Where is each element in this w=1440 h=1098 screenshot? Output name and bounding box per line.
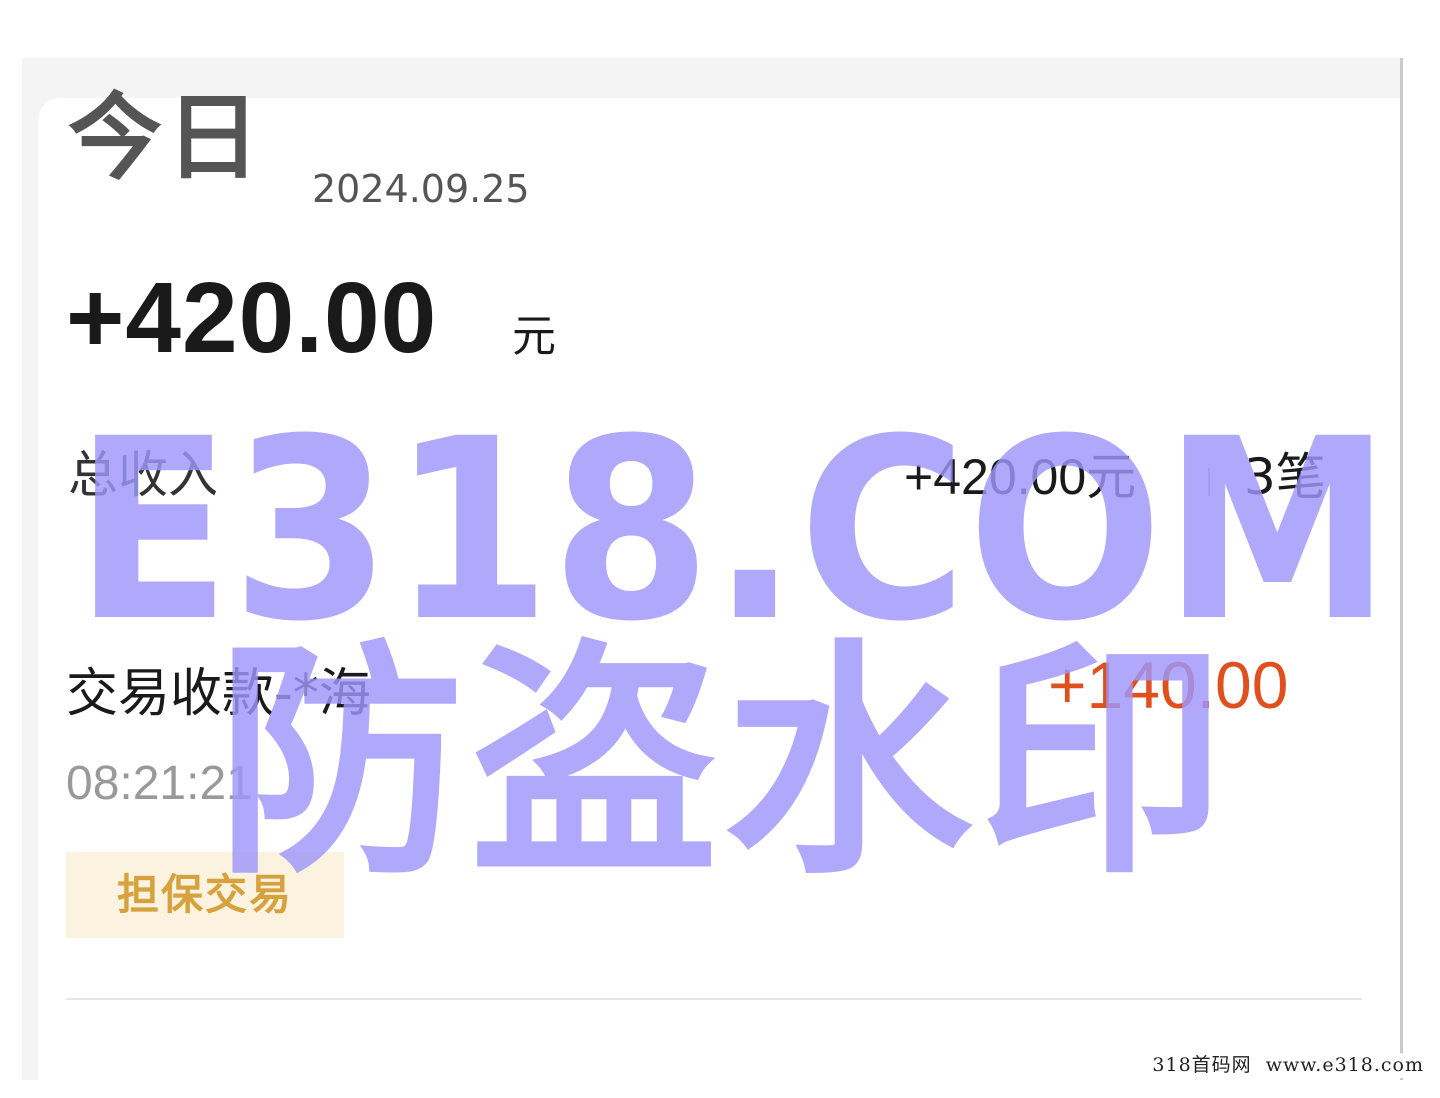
watermark-anti-theft: 防盗水印 xyxy=(216,620,1232,908)
net-amount-unit: 元 xyxy=(512,311,556,362)
footer-watermark: 318首码网 www.e318.com xyxy=(1146,1053,1430,1078)
row-separator xyxy=(66,998,1362,1000)
watermark-domain: E318.COM xyxy=(74,385,1392,676)
day-title: 今日 xyxy=(68,84,265,193)
day-date: 2024.09.25 xyxy=(312,167,530,211)
net-amount: +420.00 xyxy=(66,262,438,374)
